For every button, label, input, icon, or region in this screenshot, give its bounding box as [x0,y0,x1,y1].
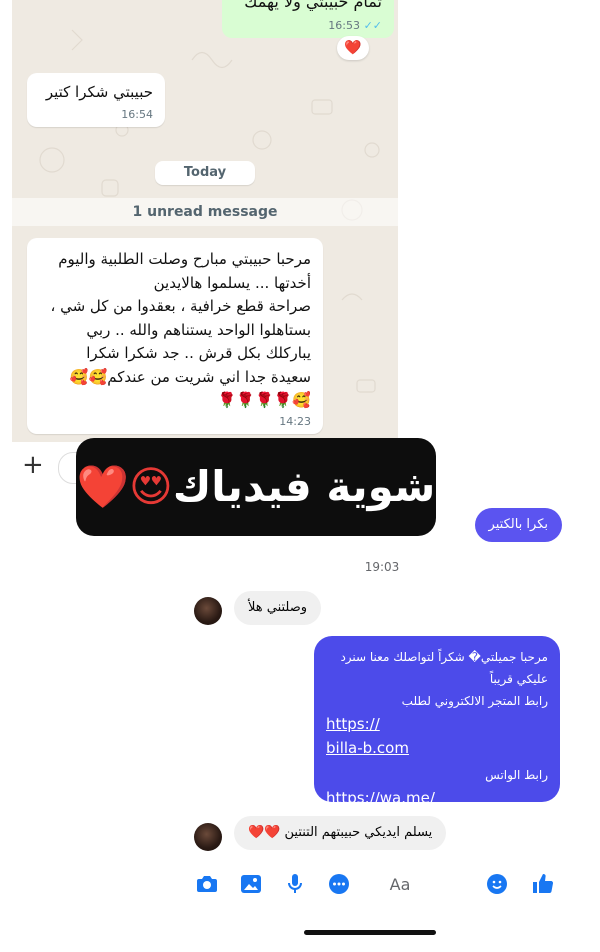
message-line: صراحة قطع خرافية ، بعقدوا من كل شي ، [50,297,311,315]
read-receipt-icon: ✓✓ [363,19,382,32]
whatsapp-link-label: رابط الواتس [485,768,548,782]
message-line: يباركلك بكل قرش .. جد شكرا شكرا [86,344,311,362]
message-time: 16:54 [121,108,153,121]
message-line: بستاهلوا الواحد يستناهم والله .. ربي [86,320,311,339]
message-text: مرحبا حبيبتي مبارح وصلت الطلبية واليوم أ… [37,248,311,413]
message-time: 14:23 [279,415,311,428]
chat-timestamp: 19:03 [364,560,400,574]
store-link-continued[interactable]: billa-b.com [326,736,548,760]
incoming-message[interactable]: يسلم ايديكي حبيبتهم التنتين ❤️❤️ [234,816,447,850]
plus-icon[interactable]: + [22,452,44,478]
message-line: 🥰🌹🌹🌹🌹 [217,391,311,409]
message-text: تمام حبيبتي ولا يهمك [244,0,382,11]
like-icon[interactable] [530,872,556,898]
outgoing-message[interactable]: تمام حبيبتي ولا يهمك 16:53 ✓✓ [222,0,394,38]
more-options-icon[interactable] [326,872,352,898]
messenger-chat: بكرا بالكتير 19:03 وصلتني هلأ مرحبا جميل… [194,500,570,942]
heart-eyes-icon: 😍❤️ [76,462,173,511]
caption-text: شوية فيدياك [172,462,436,511]
avatar[interactable] [194,597,222,625]
outgoing-message[interactable]: بكرا بالكتير [474,508,562,542]
unread-banner: 1 unread message [12,198,398,226]
message-time: 16:53 [328,19,360,32]
incoming-message[interactable]: مرحبا حبيبتي مبارح وصلت الطلبية واليوم أ… [27,238,323,434]
message-line: أخدتها ... يسلموا هالايدين [153,273,311,292]
avatar[interactable] [194,823,222,851]
camera-icon[interactable] [194,872,220,898]
message-input[interactable]: Aa [380,872,420,898]
store-link[interactable]: https:// [326,712,548,736]
whatsapp-link[interactable]: https://wa.me/ [326,786,548,810]
incoming-message[interactable]: حبيبتي شكرا كتير 16:54 [27,73,165,127]
composer-toolbar: Aa [194,868,570,904]
message-line: سعيدة جدا اني شريت من عندكم🥰🥰 [69,367,311,386]
message-text: حبيبتي شكرا كتير [45,83,153,101]
caption-overlay: شوية فيدياك😍❤️ [76,438,436,536]
date-separator: Today [155,161,255,185]
store-link-label: رابط المتجر الالكتروني لطلب [401,694,548,708]
message-line: مرحبا حبيبتي مبارح وصلت الطلبية واليوم [58,250,311,268]
microphone-icon[interactable] [282,872,308,898]
home-indicator [304,930,436,935]
gallery-icon[interactable] [238,872,264,898]
outgoing-message[interactable]: مرحبا جميلتي� شكراً لتواصلك معنا سنرد عل… [314,636,560,831]
whatsapp-chat: تمام حبيبتي ولا يهمك 16:53 ✓✓ ❤️ حبيبتي … [12,0,398,442]
incoming-message[interactable]: وصلتني هلأ [234,591,322,625]
message-intro: مرحبا جميلتي� شكراً لتواصلك معنا سنرد عل… [340,650,548,686]
emoji-icon[interactable] [484,872,510,898]
heart-reaction-icon[interactable]: ❤️ [337,36,369,60]
